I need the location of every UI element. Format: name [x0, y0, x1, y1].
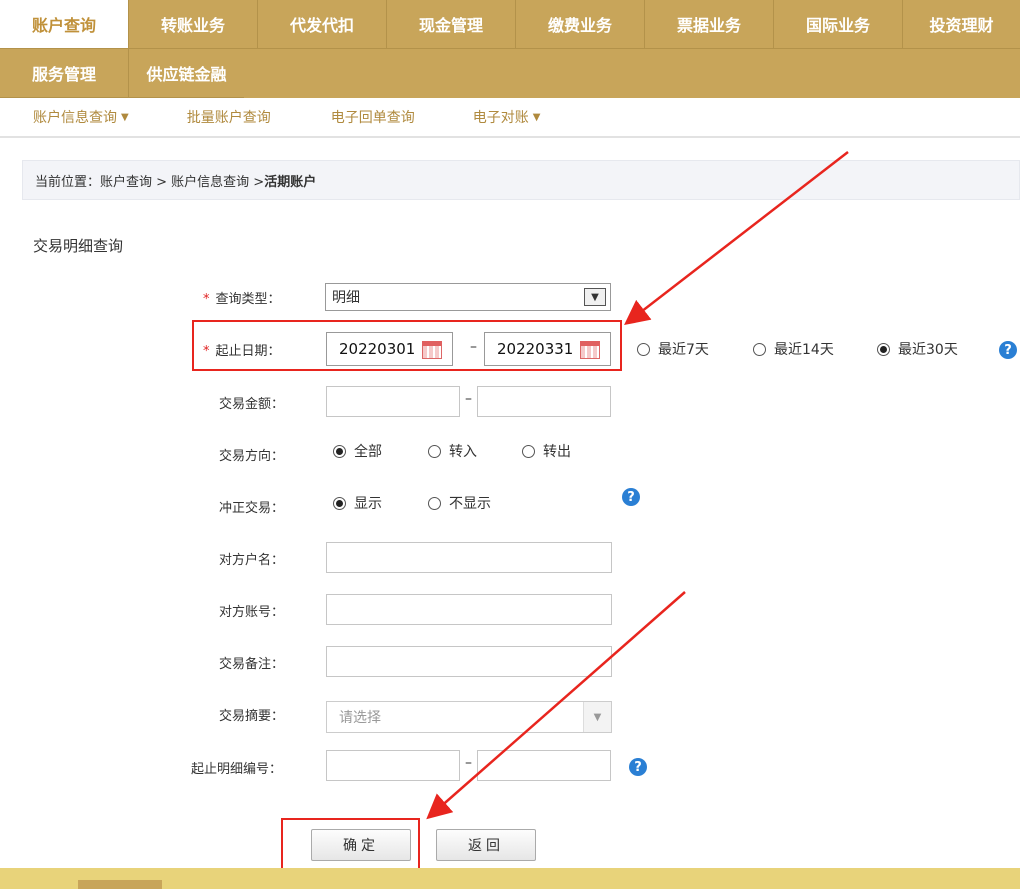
counterparty-account-input[interactable]	[326, 594, 612, 625]
query-type-value: 明细	[332, 290, 360, 306]
subnav-batch-account-label: 批量账户查询	[186, 110, 271, 126]
radio-icon	[428, 496, 441, 510]
section-title: 交易明细查询	[33, 237, 124, 255]
serial-end-input[interactable]	[477, 750, 611, 781]
breadcrumb: 当前位置：账户查询 > 账户信息查询 > 活期账户	[22, 160, 1020, 200]
radio-direction-out[interactable]: 转出	[522, 441, 571, 461]
date-separator: –	[470, 339, 477, 355]
remark-input[interactable]	[326, 646, 612, 677]
top-nav-row-1: 账户查询 转账业务 代发代扣 现金管理 缴费业务 票据业务 国际业务 投资理财	[0, 0, 1020, 49]
confirm-button[interactable]: 确定	[311, 829, 411, 861]
summary-placeholder: 请选择	[339, 710, 381, 726]
direction-label: 交易方向：	[219, 449, 285, 464]
radio-direction-all-label: 全部	[354, 444, 382, 460]
radio-reversal-show[interactable]: 显示	[333, 493, 382, 513]
reversal-label: 冲正交易：	[219, 501, 285, 516]
radio-reversal-hide[interactable]: 不显示	[428, 493, 491, 513]
remark-label: 交易备注：	[219, 657, 285, 672]
radio-direction-all[interactable]: 全部	[333, 441, 382, 461]
nav-notes[interactable]: 票据业务	[645, 0, 774, 49]
counterparty-name-label: 对方户名：	[219, 553, 285, 568]
subnav-batch-account[interactable]: 批量账户查询	[187, 107, 271, 127]
radio-icon	[637, 342, 650, 356]
chevron-down-icon: ▼	[121, 111, 129, 123]
top-nav: 账户查询 转账业务 代发代扣 现金管理 缴费业务 票据业务 国际业务 投资理财 …	[0, 0, 1020, 98]
radio-last-14-days-label: 最近14天	[774, 342, 834, 358]
nav-supply-chain[interactable]: 供应链金融	[129, 49, 244, 98]
subnav-account-info-label: 账户信息查询	[33, 110, 117, 126]
subnav-e-receipt-label: 电子回单查询	[330, 110, 415, 126]
nav-international[interactable]: 国际业务	[774, 0, 903, 49]
nav-bill-payment[interactable]: 缴费业务	[516, 0, 645, 49]
query-type-select[interactable]: 明细 ▼	[325, 283, 611, 311]
radio-icon	[753, 342, 766, 356]
sub-nav: 账户信息查询 ▼ 批量账户查询 电子回单查询 电子对账 ▼	[0, 98, 1020, 138]
radio-direction-in-label: 转入	[449, 444, 477, 460]
back-button[interactable]: 返回	[436, 829, 536, 861]
radio-last-7-days[interactable]: 最近7天	[637, 339, 709, 359]
chevron-down-icon[interactable]: ▼	[583, 702, 611, 732]
subnav-e-reconcile[interactable]: 电子对账 ▼	[473, 107, 541, 127]
breadcrumb-path: 当前位置：账户查询 > 账户信息查询 >	[35, 174, 265, 190]
amount-max-input[interactable]	[477, 386, 611, 417]
radio-reversal-show-label: 显示	[354, 496, 382, 512]
counterparty-account-label: 对方账号：	[219, 605, 285, 620]
radio-icon	[333, 444, 346, 458]
chevron-down-icon[interactable]: ▼	[584, 288, 606, 306]
counterparty-name-input[interactable]	[326, 542, 612, 573]
nav-account-query[interactable]: 账户查询	[0, 0, 129, 49]
required-mark: *	[203, 344, 210, 359]
radio-icon	[522, 444, 535, 458]
summary-label: 交易摘要：	[219, 709, 285, 724]
nav-transfer[interactable]: 转账业务	[129, 0, 258, 49]
calendar-icon[interactable]	[422, 341, 442, 359]
nav-cash-management[interactable]: 现金管理	[387, 0, 516, 49]
nav-payroll[interactable]: 代发代扣	[258, 0, 387, 49]
help-icon[interactable]: ?	[622, 488, 640, 506]
radio-direction-out-label: 转出	[543, 444, 571, 460]
radio-last-14-days[interactable]: 最近14天	[753, 339, 834, 359]
query-type-label-text: 查询类型：	[215, 292, 281, 307]
end-date-value: 20220331	[497, 340, 574, 358]
amount-min-input[interactable]	[326, 386, 460, 417]
query-type-label: * 查询类型：	[203, 288, 281, 307]
radio-icon	[877, 342, 890, 356]
subnav-e-reconcile-label: 电子对账	[472, 110, 529, 126]
nav-service-management[interactable]: 服务管理	[0, 49, 129, 98]
radio-last-30-days-label: 最近30天	[898, 342, 958, 358]
radio-last-7-days-label: 最近7天	[658, 342, 709, 358]
amount-label: 交易金额：	[219, 397, 285, 412]
end-date-input[interactable]: 20220331	[484, 332, 611, 366]
help-icon[interactable]: ?	[999, 341, 1017, 359]
subnav-account-info[interactable]: 账户信息查询 ▼	[33, 107, 129, 127]
breadcrumb-current: 活期账户	[264, 174, 317, 190]
start-date-input[interactable]: 20220301	[326, 332, 453, 366]
serial-range-label: 起止明细编号：	[191, 762, 283, 777]
chevron-down-icon: ▼	[532, 111, 541, 123]
date-range-label: * 起止日期：	[203, 340, 281, 359]
help-icon[interactable]: ?	[629, 758, 647, 776]
nav-investment[interactable]: 投资理财	[903, 0, 1020, 49]
radio-direction-in[interactable]: 转入	[428, 441, 477, 461]
radio-last-30-days[interactable]: 最近30天	[877, 339, 958, 359]
summary-select[interactable]: 请选择 ▼	[326, 701, 612, 733]
radio-icon	[428, 444, 441, 458]
footer-block	[78, 880, 162, 889]
amount-separator: –	[465, 391, 472, 407]
radio-icon	[333, 496, 346, 510]
date-range-label-text: 起止日期：	[215, 344, 281, 359]
serial-start-input[interactable]	[326, 750, 460, 781]
start-date-value: 20220301	[339, 340, 416, 358]
required-mark: *	[203, 292, 210, 307]
subnav-e-receipt[interactable]: 电子回单查询	[331, 107, 415, 127]
footer-bar	[0, 868, 1020, 889]
serial-separator: –	[465, 755, 472, 771]
calendar-icon[interactable]	[580, 341, 600, 359]
top-nav-row-2: 服务管理 供应链金融	[0, 49, 244, 98]
radio-reversal-hide-label: 不显示	[449, 496, 491, 512]
